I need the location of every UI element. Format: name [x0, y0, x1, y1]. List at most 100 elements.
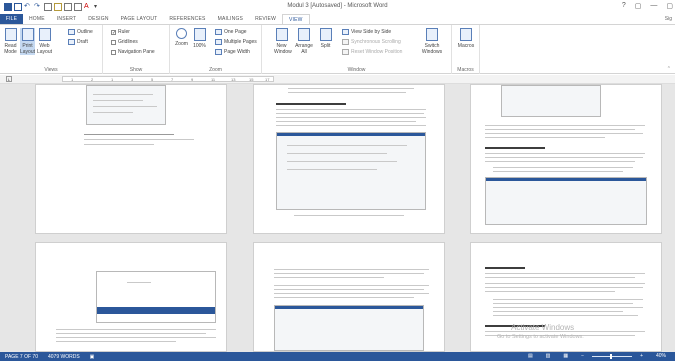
gridlines-check-icon	[111, 39, 116, 45]
maximize-icon[interactable]: ▢	[666, 2, 673, 10]
ruler-number: 11	[211, 77, 216, 82]
sync-scrolling-button[interactable]: Synchronous Scrolling	[342, 39, 401, 45]
embedded-screenshot	[485, 177, 647, 225]
views-group: Read Mode Print Layout Web Layout Outlin…	[0, 25, 103, 74]
page-width-icon	[215, 49, 222, 55]
web-layout-button[interactable]: Web Layout	[37, 28, 52, 55]
collapse-ribbon-icon[interactable]: ⌃	[667, 66, 671, 72]
activation-watermark-subtitle: Go to Settings to activate Windows.	[497, 334, 584, 340]
tab-page-layout[interactable]: PAGE LAYOUT	[115, 14, 164, 24]
macros-button[interactable]: Macros	[457, 28, 475, 49]
new-window-button[interactable]: New Window	[274, 28, 292, 55]
read-mode-button[interactable]: Read Mode	[3, 28, 18, 55]
embedded-screenshot	[274, 305, 424, 351]
embedded-screenshot	[501, 85, 601, 117]
macros-label: Macros	[457, 43, 475, 49]
outline-button[interactable]: Outline	[68, 29, 93, 35]
split-label: Split	[320, 43, 331, 49]
arrange-all-label: Arrange All	[295, 43, 313, 55]
switch-windows-icon	[426, 28, 438, 41]
status-bar: PAGE 7 OF 70 4079 WORDS ▣ ▤ ▥ ▦ − + 40%	[0, 352, 675, 361]
help-icon[interactable]: ?	[622, 2, 626, 10]
page-width-label: Page Width	[224, 49, 250, 55]
horizontal-ruler[interactable]: L 1 2 1 3 5 7 9 11 13 15 17	[0, 75, 675, 84]
sync-scrolling-label: Synchronous Scrolling	[351, 39, 401, 45]
one-page-button[interactable]: One Page	[215, 29, 247, 35]
navigation-pane-checkbox[interactable]: Navigation Pane	[111, 49, 155, 55]
ruler-number: 7	[171, 77, 174, 82]
ruler-check-icon: ✓	[111, 29, 117, 36]
ruler-checkbox[interactable]: ✓ Ruler	[111, 29, 130, 35]
multiple-pages-button[interactable]: Multiple Pages	[215, 39, 257, 45]
window-group: New Window Arrange All Split View Side b…	[262, 25, 452, 74]
views-group-label: Views	[44, 67, 58, 73]
document-page[interactable]	[253, 84, 445, 234]
ribbon-tabs: FILE HOME INSERT DESIGN PAGE LAYOUT REFE…	[0, 14, 675, 24]
new-window-icon	[275, 28, 288, 41]
outline-label: Outline	[77, 29, 93, 35]
ruler-number: 13	[231, 77, 236, 82]
one-page-icon	[215, 29, 222, 35]
ribbon-display-icon[interactable]: ▢	[635, 2, 642, 10]
tab-references[interactable]: REFERENCES	[163, 14, 211, 24]
zoom-out-icon[interactable]: −	[576, 353, 589, 359]
embedded-screenshot	[276, 132, 426, 210]
document-page[interactable]	[253, 242, 445, 352]
arrange-all-icon	[298, 28, 310, 41]
draft-button[interactable]: Draft	[68, 39, 88, 45]
read-mode-icon	[4, 28, 17, 41]
switch-windows-button[interactable]: Switch Windows	[421, 28, 443, 55]
reset-position-icon	[342, 49, 349, 55]
document-area[interactable]	[0, 84, 675, 352]
ruler-number: 2	[91, 77, 94, 82]
zoom-100-button[interactable]: 100%	[192, 28, 207, 49]
view-side-by-side-button[interactable]: View Side by Side	[342, 29, 391, 35]
split-button[interactable]: Split	[318, 28, 333, 49]
new-window-label: New Window	[274, 43, 292, 55]
print-layout-button[interactable]: Print Layout	[20, 28, 35, 55]
page-counter[interactable]: PAGE 7 OF 70	[0, 354, 43, 360]
draft-icon	[68, 39, 75, 45]
side-by-side-icon	[342, 29, 349, 35]
print-layout-icon	[21, 28, 34, 41]
proofing-icon[interactable]: ▣	[85, 354, 100, 360]
page-width-button[interactable]: Page Width	[215, 49, 250, 55]
ruler-number: 17	[265, 77, 270, 82]
tab-view[interactable]: VIEW	[282, 14, 310, 24]
switch-windows-label: Switch Windows	[421, 43, 443, 55]
magnifier-icon	[176, 28, 187, 39]
tab-file[interactable]: FILE	[0, 14, 23, 24]
tab-mailings[interactable]: MAILINGS	[212, 14, 250, 24]
word-count[interactable]: 4079 WORDS	[43, 354, 85, 360]
tab-review[interactable]: REVIEW	[249, 14, 282, 24]
zoom-button[interactable]: Zoom	[174, 28, 189, 47]
zoom-percent[interactable]: 40%	[651, 353, 671, 359]
zoom-group: Zoom 100% One Page Multiple Pages Page W…	[170, 25, 262, 74]
tab-design[interactable]: DESIGN	[82, 14, 114, 24]
document-page[interactable]	[35, 84, 227, 234]
split-icon	[319, 28, 332, 41]
draft-label: Draft	[77, 39, 88, 45]
gridlines-checkbox[interactable]: Gridlines	[111, 39, 138, 45]
web-layout-view-icon[interactable]: ▦	[558, 353, 573, 359]
zoom-group-label: Zoom	[209, 67, 222, 73]
print-layout-view-icon[interactable]: ▥	[541, 353, 556, 359]
zoom-slider-thumb[interactable]	[610, 353, 613, 359]
ruler-bar[interactable]: 1 2 1 3 5 7 9 11 13 15 17	[62, 76, 274, 82]
user-name[interactable]: Sig	[665, 16, 672, 22]
document-page[interactable]	[35, 242, 227, 352]
zoom-slider[interactable]	[592, 353, 633, 359]
tab-home[interactable]: HOME	[23, 14, 51, 24]
web-layout-label: Web Layout	[37, 43, 53, 55]
reset-position-button[interactable]: Reset Window Position	[342, 49, 402, 55]
tab-insert[interactable]: INSERT	[51, 14, 82, 24]
read-mode-view-icon[interactable]: ▤	[523, 353, 538, 359]
document-page[interactable]	[470, 84, 662, 234]
minimize-icon[interactable]: —	[650, 2, 657, 10]
arrange-all-button[interactable]: Arrange All	[295, 28, 313, 55]
macros-group: Macros Macros	[452, 25, 480, 74]
show-group-label: Show	[129, 67, 143, 73]
zoom-in-icon[interactable]: +	[635, 353, 648, 359]
print-layout-label: Print Layout	[20, 43, 36, 55]
tab-selector-marker[interactable]: L	[6, 76, 12, 82]
